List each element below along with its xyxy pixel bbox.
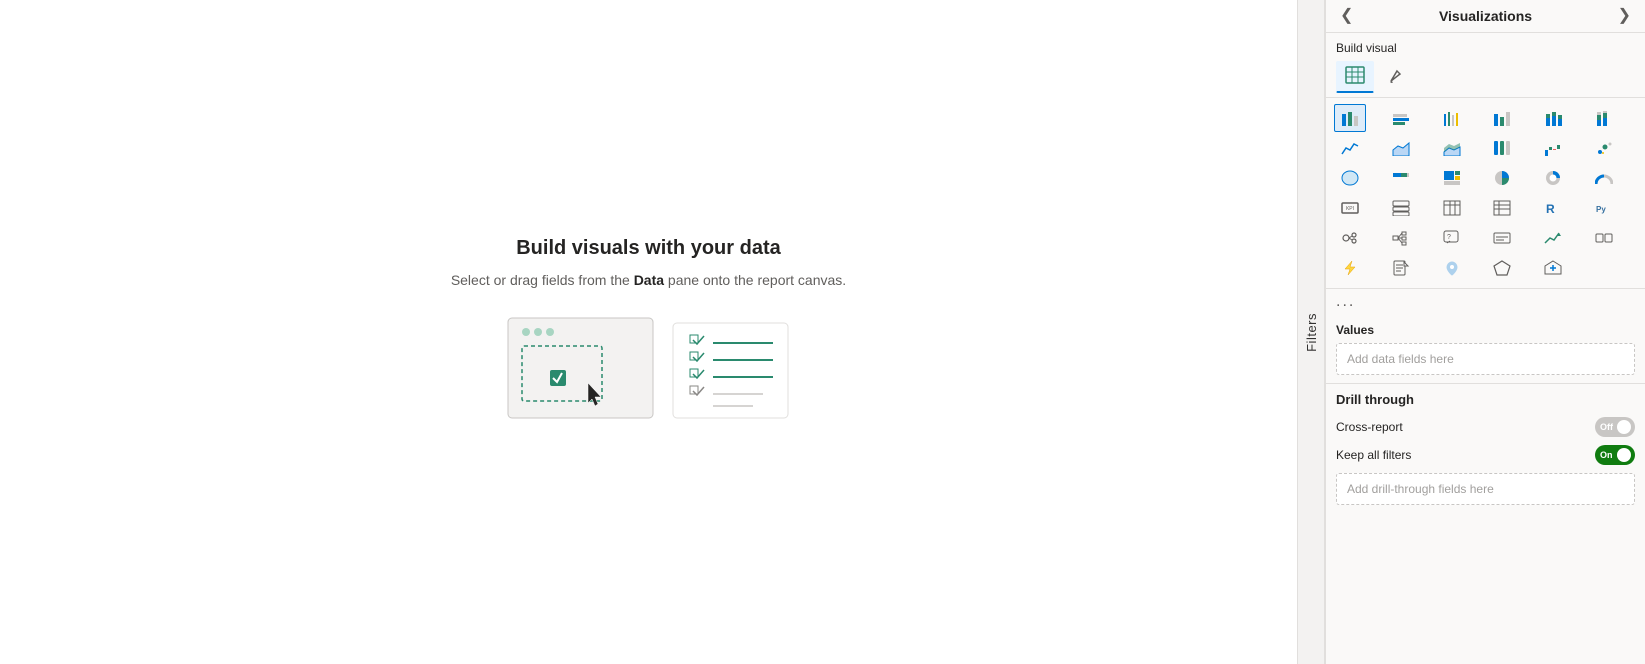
build-visual-title: Build visuals with your data xyxy=(516,237,781,260)
build-visual-prompt: Build visuals with your data Select or d… xyxy=(451,237,846,428)
viz-smart-narrative[interactable] xyxy=(1486,224,1518,252)
viz-stacked-bar-100[interactable] xyxy=(1436,104,1468,132)
viz-line-chart[interactable] xyxy=(1334,134,1366,162)
svg-text:KPI: KPI xyxy=(1346,206,1354,212)
viz-stacked-bar[interactable] xyxy=(1334,104,1366,132)
viz-donut-chart[interactable] xyxy=(1537,164,1569,192)
visualizations-panel: ❮ Visualizations ❯ Build visual xyxy=(1325,0,1645,664)
subtitle-bold: Data xyxy=(634,272,664,288)
values-label: Values xyxy=(1336,323,1635,337)
viz-r-script[interactable]: R xyxy=(1537,194,1569,222)
keep-all-filters-toggle-label: On xyxy=(1600,450,1613,460)
build-visual-tabs xyxy=(1336,61,1635,93)
subtitle-post: pane onto the report canvas. xyxy=(664,272,846,288)
values-drop-zone[interactable]: Add data fields here xyxy=(1336,343,1635,375)
viz-100-stacked-column[interactable] xyxy=(1588,104,1620,132)
values-section: Values Add data fields here xyxy=(1326,315,1645,384)
viz-pie-chart[interactable] xyxy=(1486,164,1518,192)
viz-shape-map[interactable] xyxy=(1486,254,1518,282)
viz-area-chart[interactable] xyxy=(1385,134,1417,162)
viz-qa[interactable]: ? xyxy=(1436,224,1468,252)
viz-clustered-column[interactable] xyxy=(1486,104,1518,132)
svg-text:R: R xyxy=(1546,202,1555,216)
report-canvas: Build visuals with your data Select or d… xyxy=(0,0,1297,664)
viz-treemap[interactable] xyxy=(1436,164,1468,192)
viz-matrix[interactable] xyxy=(1486,194,1518,222)
filters-label: Filters xyxy=(1304,313,1319,352)
cross-report-toggle-label: Off xyxy=(1600,422,1613,432)
viz-page-navigator[interactable] xyxy=(1588,224,1620,252)
build-visual-section-label: Build visual xyxy=(1336,41,1635,55)
drill-through-label: Drill through xyxy=(1336,392,1635,407)
drill-fields-drop-zone[interactable]: Add drill-through fields here xyxy=(1336,473,1635,505)
keep-all-filters-toggle[interactable]: On xyxy=(1595,445,1635,465)
viz-panel-header: ❮ Visualizations ❯ xyxy=(1326,0,1645,33)
drag-illustration xyxy=(498,308,798,428)
keep-all-filters-label: Keep all filters xyxy=(1336,448,1411,462)
viz-kpi[interactable] xyxy=(1537,224,1569,252)
keep-all-filters-row: Keep all filters On xyxy=(1336,445,1635,465)
build-visual-subtitle: Select or drag fields from the Data pane… xyxy=(451,272,846,288)
cross-report-row: Cross-report Off xyxy=(1336,417,1635,437)
viz-ribbon-chart[interactable] xyxy=(1486,134,1518,162)
viz-panel-collapse-left[interactable]: ❮ xyxy=(1336,6,1357,26)
viz-stacked-column[interactable] xyxy=(1537,104,1569,132)
viz-scatter-chart[interactable] xyxy=(1588,134,1620,162)
viz-card[interactable]: KPI xyxy=(1334,194,1366,222)
viz-clustered-bar[interactable] xyxy=(1385,104,1417,132)
svg-text:Py: Py xyxy=(1596,205,1606,214)
drill-through-section: Drill through Cross-report Off Keep all … xyxy=(1326,384,1645,513)
filters-panel[interactable]: Filters xyxy=(1297,0,1325,664)
viz-table[interactable] xyxy=(1436,194,1468,222)
viz-panel-title: Visualizations xyxy=(1439,8,1532,24)
cross-report-toggle-switch[interactable]: Off xyxy=(1595,417,1635,437)
keep-all-filters-toggle-switch[interactable]: On xyxy=(1595,445,1635,465)
format-paintbrush-icon xyxy=(1387,67,1407,85)
build-visual-section: Build visual xyxy=(1326,33,1645,98)
viz-stacked-area[interactable] xyxy=(1436,134,1468,162)
viz-icon-grid: KPI R Py ? xyxy=(1326,98,1645,289)
svg-text:?: ? xyxy=(1447,234,1451,241)
viz-get-more[interactable] xyxy=(1537,254,1569,282)
cross-report-label: Cross-report xyxy=(1336,420,1403,434)
tab-format-visual[interactable] xyxy=(1378,61,1416,93)
viz-waterfall[interactable] xyxy=(1537,134,1569,162)
subtitle-pre: Select or drag fields from the xyxy=(451,272,634,288)
viz-bar-stacked[interactable] xyxy=(1385,164,1417,192)
viz-key-influencers[interactable] xyxy=(1334,224,1366,252)
viz-gauge[interactable] xyxy=(1588,164,1620,192)
more-visuals-dots[interactable]: ... xyxy=(1326,289,1645,315)
viz-azure-map[interactable] xyxy=(1436,254,1468,282)
viz-decomp-tree[interactable] xyxy=(1385,224,1417,252)
viz-multi-row-card[interactable] xyxy=(1385,194,1417,222)
viz-filled-map[interactable] xyxy=(1334,164,1366,192)
table-grid-icon xyxy=(1345,66,1365,84)
viz-lightning[interactable] xyxy=(1334,254,1366,282)
viz-panel-expand-right[interactable]: ❯ xyxy=(1614,6,1635,26)
viz-paginated-report[interactable] xyxy=(1385,254,1417,282)
tab-build-visual[interactable] xyxy=(1336,61,1374,93)
cross-report-toggle[interactable]: Off xyxy=(1595,417,1635,437)
viz-python[interactable]: Py xyxy=(1588,194,1620,222)
